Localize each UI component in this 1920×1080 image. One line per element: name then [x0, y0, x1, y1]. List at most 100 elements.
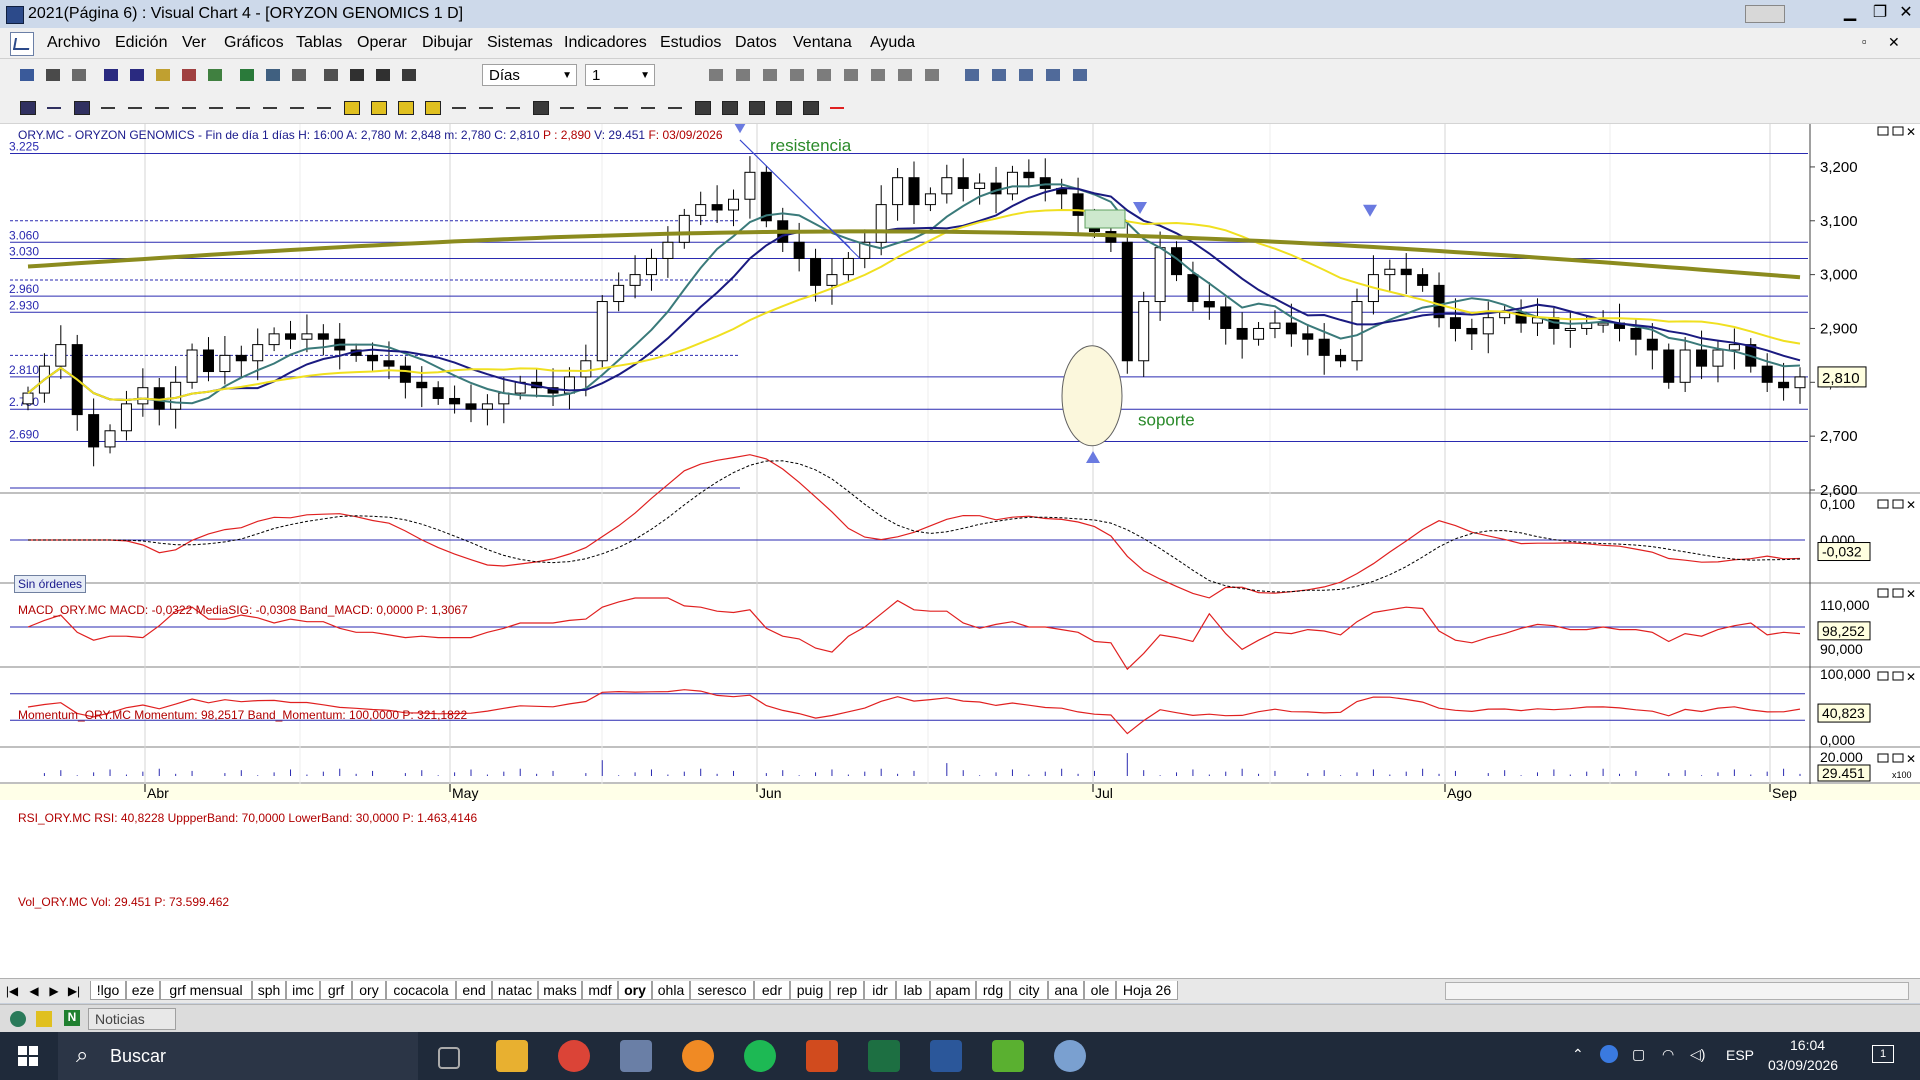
- zoom-box-icon[interactable]: [772, 97, 796, 119]
- candle-body[interactable]: [1203, 301, 1215, 308]
- cursor-icon[interactable]: [840, 65, 864, 87]
- pane-close-icon[interactable]: ✕: [1906, 670, 1916, 684]
- last-tab-icon[interactable]: ▶|: [66, 982, 82, 1000]
- save-all-icon[interactable]: [68, 65, 92, 87]
- candle-body[interactable]: [744, 171, 756, 200]
- grid-b-icon[interactable]: [799, 97, 823, 119]
- text-a-icon[interactable]: [664, 97, 688, 119]
- candle-body[interactable]: [908, 177, 920, 206]
- link-icon[interactable]: [398, 65, 422, 87]
- paint-icon[interactable]: [1054, 1040, 1086, 1072]
- trend-a-icon[interactable]: [556, 97, 580, 119]
- orange-app-icon[interactable]: [682, 1040, 714, 1072]
- sheet-tab[interactable]: sph: [252, 981, 286, 1000]
- candle-body[interactable]: [1236, 327, 1248, 340]
- sheet-tab[interactable]: grf mensual: [160, 981, 252, 1000]
- candle-body[interactable]: [629, 274, 641, 286]
- win-d-icon[interactable]: [1042, 65, 1066, 87]
- horizontal-scrollbar[interactable]: [1445, 982, 1909, 1000]
- candle-body[interactable]: [1646, 338, 1658, 351]
- candle-body[interactable]: [645, 257, 657, 276]
- candle-body[interactable]: [235, 354, 247, 362]
- task-view-icon[interactable]: [438, 1047, 460, 1069]
- menu-estudios[interactable]: Estudios: [660, 34, 721, 52]
- sheet-tab[interactable]: end: [456, 981, 492, 1000]
- candle-body[interactable]: [1663, 349, 1675, 383]
- candle-body[interactable]: [1466, 327, 1478, 335]
- candle-body[interactable]: [1269, 322, 1281, 329]
- nav-a-icon[interactable]: [346, 65, 370, 87]
- candle-body[interactable]: [760, 171, 772, 222]
- spotify-icon[interactable]: [744, 1040, 776, 1072]
- line-b-icon[interactable]: [124, 97, 148, 119]
- notification-icon[interactable]: 1: [1872, 1045, 1894, 1063]
- file-explorer-icon[interactable]: [496, 1040, 528, 1072]
- candle-body[interactable]: [1679, 349, 1691, 383]
- euro-icon[interactable]: [10, 1011, 26, 1027]
- candle-body[interactable]: [1712, 349, 1724, 367]
- sheet-tab[interactable]: rdg: [976, 981, 1010, 1000]
- win-c-icon[interactable]: [1015, 65, 1039, 87]
- tray-chevron-icon[interactable]: ⌃: [1572, 1046, 1584, 1063]
- candle-body[interactable]: [1023, 171, 1035, 179]
- candle-body[interactable]: [137, 387, 149, 405]
- candle-body[interactable]: [416, 381, 428, 389]
- box-d-icon[interactable]: [745, 97, 769, 119]
- candle-body[interactable]: [1335, 354, 1347, 362]
- up-arrow-icon[interactable]: [610, 97, 634, 119]
- pane-close-icon[interactable]: ✕: [1906, 498, 1916, 512]
- candle-body[interactable]: [1417, 274, 1429, 286]
- triangle-icon[interactable]: [394, 97, 418, 119]
- sheet-tab[interactable]: ohla: [652, 981, 690, 1000]
- menu-datos[interactable]: Datos: [735, 34, 777, 52]
- sheet-tab[interactable]: city: [1010, 981, 1048, 1000]
- first-tab-icon[interactable]: |◀: [4, 982, 20, 1000]
- candle-body[interactable]: [317, 333, 329, 340]
- grid-icon[interactable]: [288, 65, 312, 87]
- sheet-tab[interactable]: idr: [864, 981, 896, 1000]
- menu-indicadores[interactable]: Indicadores: [564, 34, 647, 52]
- win-b-icon[interactable]: [988, 65, 1012, 87]
- nav-b-icon[interactable]: [372, 65, 396, 87]
- box-b-icon[interactable]: [691, 97, 715, 119]
- news-icon[interactable]: N: [64, 1010, 80, 1026]
- candle-body[interactable]: [924, 193, 936, 206]
- curve-icon[interactable]: [313, 97, 337, 119]
- sheet-tab[interactable]: !lgo: [90, 981, 126, 1000]
- sheet-tab[interactable]: imc: [286, 981, 320, 1000]
- menu-edicion[interactable]: Edición: [115, 34, 167, 52]
- sheet-tab[interactable]: edr: [754, 981, 790, 1000]
- candle-body[interactable]: [810, 257, 822, 286]
- tray-volume-icon[interactable]: ◁): [1690, 1046, 1705, 1063]
- tray-network-icon[interactable]: [1600, 1045, 1618, 1063]
- outlook-icon[interactable]: [806, 1040, 838, 1072]
- minimize-button[interactable]: ▁: [1834, 2, 1866, 24]
- line-d-icon[interactable]: [178, 97, 202, 119]
- draw-tool-icon[interactable]: [867, 65, 891, 87]
- trend-b-icon[interactable]: [583, 97, 607, 119]
- candle-body[interactable]: [662, 241, 674, 259]
- down-arrow-icon[interactable]: [637, 97, 661, 119]
- windows-start-icon[interactable]: [18, 1046, 38, 1066]
- tray-device-icon[interactable]: ▢: [1632, 1046, 1645, 1063]
- candle-body[interactable]: [1351, 301, 1363, 362]
- candle-body[interactable]: [301, 333, 313, 340]
- sheet-tab[interactable]: Hoja 26: [1116, 981, 1178, 1000]
- candle-body[interactable]: [22, 392, 34, 405]
- prev-tab-icon[interactable]: ◀: [26, 982, 42, 1000]
- close-button[interactable]: ✕: [1890, 2, 1920, 24]
- pointer-icon[interactable]: [43, 97, 67, 119]
- fan-icon[interactable]: [502, 97, 526, 119]
- menu-sistemas[interactable]: Sistemas: [487, 34, 553, 52]
- candle-body[interactable]: [1220, 306, 1232, 329]
- candle-body[interactable]: [1187, 274, 1199, 303]
- arrow-tool-icon[interactable]: [732, 65, 756, 87]
- tray-language[interactable]: ESP: [1726, 1047, 1754, 1063]
- sheet-tab[interactable]: ory: [352, 981, 386, 1000]
- bars-icon[interactable]: [100, 65, 124, 87]
- sheet-tab[interactable]: apam: [930, 981, 976, 1000]
- save-icon[interactable]: [42, 65, 66, 87]
- tray-wifi-icon[interactable]: ◠: [1662, 1046, 1674, 1063]
- green-app-icon[interactable]: [992, 1040, 1024, 1072]
- sheet-tab[interactable]: eze: [126, 981, 160, 1000]
